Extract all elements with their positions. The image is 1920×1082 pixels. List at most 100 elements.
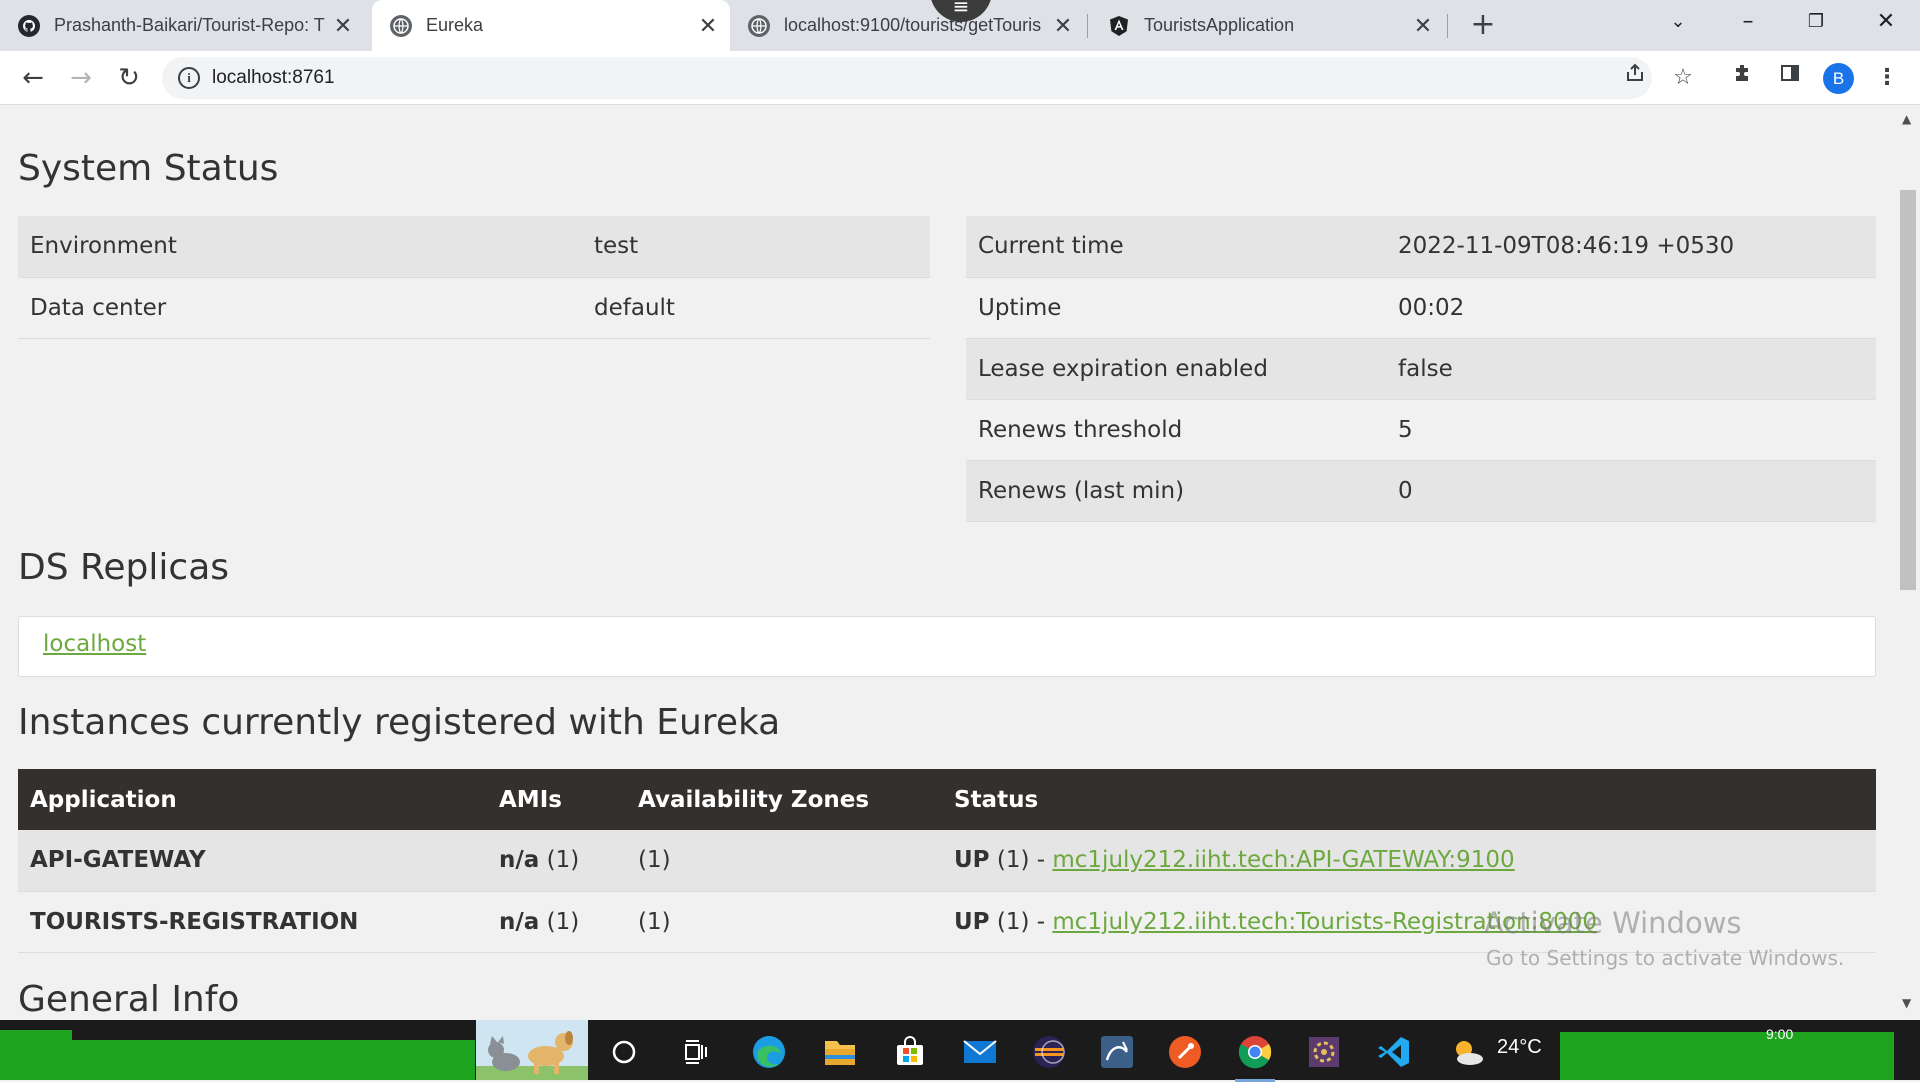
row-label: Uptime	[966, 277, 1386, 339]
row-value: test	[582, 216, 930, 278]
page-viewport: System Status Environment test Data cent…	[0, 106, 1896, 1020]
amis-cell: n/a (1)	[487, 830, 626, 892]
forward-button[interactable]: →	[62, 59, 100, 97]
reload-button[interactable]: ↻	[110, 59, 148, 97]
taskbar: 24°C 9:00	[0, 1020, 1920, 1082]
site-info-icon[interactable]: i	[178, 67, 200, 89]
tab-title: TouristsApplication	[1144, 15, 1295, 35]
status-up: UP	[954, 908, 990, 935]
row-value: 0	[1386, 460, 1876, 522]
bookmark-star-icon[interactable]: ☆	[1666, 61, 1700, 95]
amis-cell: n/a (1)	[487, 891, 626, 953]
share-icon[interactable]	[1618, 61, 1652, 95]
activate-windows-title: Activate Windows	[1484, 906, 1742, 940]
status-up: UP	[954, 847, 990, 874]
chrome-icon[interactable]	[1235, 1032, 1275, 1082]
tab-tourists-application[interactable]: TouristsApplication ✕	[1090, 0, 1445, 51]
vscode-icon[interactable]	[1374, 1032, 1414, 1072]
table-row: API-GATEWAY n/a (1) (1) UP (1) - mc1july…	[18, 830, 1876, 892]
tab-title: localhost:9100/tourists/getTouris	[784, 15, 1042, 35]
table-row: Current time 2022-11-09T08:46:19 +0530	[966, 216, 1876, 278]
row-label: Data center	[18, 277, 582, 339]
column-header: Status	[942, 769, 1876, 830]
file-explorer-icon[interactable]	[820, 1032, 860, 1072]
address-bar[interactable]: i localhost:8761	[162, 57, 1652, 99]
mail-icon[interactable]	[960, 1032, 1000, 1072]
system-status-left-table: Environment test Data center default	[18, 216, 930, 339]
activate-windows-subtitle: Go to Settings to activate Windows.	[1486, 946, 1845, 970]
row-label: Current time	[966, 216, 1386, 278]
tab-separator	[1087, 14, 1088, 38]
table-row: Lease expiration enabled false	[966, 338, 1876, 400]
amis-value: n/a	[499, 908, 540, 935]
globe-icon	[748, 14, 770, 37]
ds-replicas-heading: DS Replicas	[18, 547, 230, 588]
row-value: 00:02	[1386, 277, 1876, 339]
back-button[interactable]: ←	[14, 59, 52, 97]
row-label: Lease expiration enabled	[966, 338, 1386, 400]
weather-icon[interactable]	[1448, 1032, 1488, 1072]
tab-search-icon[interactable]: ⌄	[1648, 0, 1708, 44]
spring-tool-suite-icon[interactable]	[1304, 1032, 1344, 1072]
replica-link[interactable]: localhost	[43, 631, 146, 657]
tab-localhost-9100[interactable]: localhost:9100/tourists/getTouris ✕	[730, 0, 1085, 51]
extensions-icon[interactable]	[1726, 61, 1760, 95]
table-row: Renews (last min) 0	[966, 460, 1876, 522]
side-panel-icon[interactable]	[1773, 61, 1807, 95]
tab-eureka[interactable]: Eureka ✕	[372, 0, 730, 51]
taskbar-green-block	[1560, 1032, 1894, 1080]
instance-link[interactable]: mc1july212.iiht.tech:API-GATEWAY:9100	[1052, 847, 1514, 873]
vertical-scrollbar[interactable]: ▲ ▼	[1896, 106, 1920, 1020]
table-row: Renews threshold 5	[966, 399, 1876, 461]
amis-count: (1)	[546, 847, 580, 874]
tab-strip: Prashanth-Baikari/Tourist-Repo: T ✕ Eure…	[0, 0, 1920, 51]
weather-temperature[interactable]: 24°C	[1497, 1036, 1542, 1059]
system-status-heading: System Status	[18, 148, 279, 189]
close-tab-icon[interactable]: ✕	[696, 13, 720, 39]
close-tab-icon[interactable]: ✕	[331, 13, 355, 39]
application-name: API-GATEWAY	[18, 830, 487, 892]
close-tab-icon[interactable]: ✕	[1051, 13, 1075, 39]
cortana-icon[interactable]	[604, 1032, 644, 1072]
tab-github[interactable]: Prashanth-Baikari/Tourist-Repo: T ✕	[0, 0, 365, 51]
table-header-row: Application AMIs Availability Zones Stat…	[18, 769, 1876, 830]
column-header: Availability Zones	[626, 769, 942, 830]
tab-title: Eureka	[426, 15, 484, 35]
taskbar-green-block	[0, 1030, 475, 1080]
task-view-icon[interactable]	[676, 1032, 716, 1072]
column-header: Application	[18, 769, 487, 830]
general-info-heading: General Info	[18, 979, 240, 1020]
table-row: Environment test	[18, 216, 930, 278]
profile-avatar[interactable]: B	[1823, 63, 1854, 94]
application-name: TOURISTS-REGISTRATION	[18, 891, 487, 953]
zones-cell: (1)	[626, 830, 942, 892]
desktop-pets-image	[476, 1020, 588, 1080]
amis-count: (1)	[546, 908, 580, 935]
row-value: false	[1386, 338, 1876, 400]
tab-separator	[1447, 14, 1448, 38]
edge-icon[interactable]	[749, 1032, 789, 1072]
scroll-up-icon[interactable]: ▲	[1902, 112, 1911, 126]
system-status-right-table: Current time 2022-11-09T08:46:19 +0530 U…	[966, 216, 1876, 522]
minimize-button[interactable]: –	[1718, 0, 1778, 44]
postman-icon[interactable]	[1165, 1032, 1205, 1072]
kebab-menu-icon[interactable]: ⋮	[1870, 61, 1904, 95]
row-value: default	[582, 277, 930, 339]
mysql-workbench-icon[interactable]	[1097, 1032, 1137, 1072]
taskbar-clock[interactable]: 9:00	[1766, 1026, 1793, 1042]
table-row: Data center default	[18, 277, 930, 339]
close-window-button[interactable]: ✕	[1856, 0, 1916, 44]
restore-button[interactable]: ❐	[1786, 0, 1846, 44]
eclipse-icon[interactable]	[1029, 1032, 1069, 1072]
microsoft-store-icon[interactable]	[890, 1032, 930, 1072]
instances-heading: Instances currently registered with Eure…	[18, 702, 781, 743]
close-tab-icon[interactable]: ✕	[1411, 13, 1435, 39]
tab-title: Prashanth-Baikari/Tourist-Repo: T	[54, 15, 325, 35]
new-tab-button[interactable]: +	[1466, 8, 1500, 42]
scrollbar-thumb[interactable]	[1900, 190, 1916, 590]
status-count: (1) -	[996, 847, 1046, 874]
row-label: Renews (last min)	[966, 460, 1386, 522]
row-value: 5	[1386, 399, 1876, 461]
table-row: Uptime 00:02	[966, 277, 1876, 339]
scroll-down-icon[interactable]: ▼	[1902, 996, 1911, 1010]
